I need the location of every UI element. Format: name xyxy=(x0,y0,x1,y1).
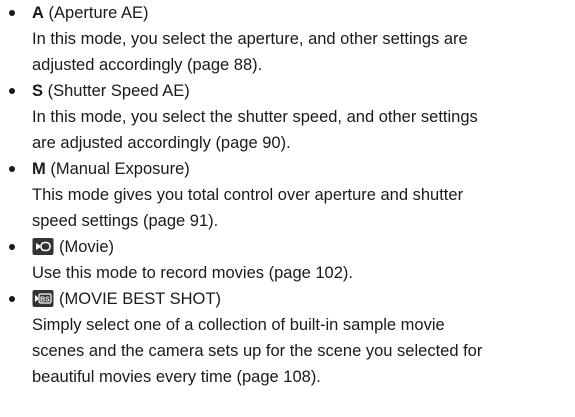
bullet-icon xyxy=(9,166,15,172)
mode-description-line: Simply select one of a collection of bui… xyxy=(32,316,445,334)
manual-page: A (Aperture AE) In this mode, you select… xyxy=(0,0,575,417)
mode-name: (Movie) xyxy=(59,238,115,256)
mode-description-line: In this mode, you select the aperture, a… xyxy=(32,30,468,48)
mode-key: M xyxy=(32,160,46,178)
mode-description-line: beautiful movies every time (page 108). xyxy=(32,368,321,386)
mode-description-line: In this mode, you select the shutter spe… xyxy=(32,108,478,126)
mode-name: (Shutter Speed AE) xyxy=(47,82,190,100)
bullet-icon xyxy=(9,88,15,94)
movie-best-shot-icon: BS xyxy=(32,289,54,308)
mode-key: S xyxy=(32,82,44,100)
mode-name: (Manual Exposure) xyxy=(50,160,190,178)
svg-text:BS: BS xyxy=(40,296,50,303)
mode-description-line: adjusted accordingly (page 88). xyxy=(32,56,263,74)
mode-description-line: speed settings (page 91). xyxy=(32,212,219,230)
bullet-icon xyxy=(9,10,15,16)
mode-description-line: This mode gives you total control over a… xyxy=(32,186,464,204)
mode-heading: M (Manual Exposure) xyxy=(32,156,575,182)
mode-heading: S (Shutter Speed AE) xyxy=(32,78,575,104)
list-item-movie: (Movie) Use this mode to record movies (… xyxy=(0,234,575,286)
list-item-movie-best-shot: BS (MOVIE BEST SHOT) Simply select one of… xyxy=(0,286,575,390)
list-item-manual-exposure: M (Manual Exposure) This mode gives you … xyxy=(0,156,575,234)
mode-description-line: Use this mode to record movies (page 102… xyxy=(32,264,353,282)
mode-name: (Aperture AE) xyxy=(48,4,149,22)
list-item-aperture-ae: A (Aperture AE) In this mode, you select… xyxy=(0,0,575,78)
movie-camera-icon xyxy=(32,237,54,256)
list-item-shutter-speed-ae: S (Shutter Speed AE) In this mode, you s… xyxy=(0,78,575,156)
mode-name: (MOVIE BEST SHOT) xyxy=(59,290,221,308)
mode-heading: (Movie) xyxy=(32,234,575,260)
bullet-icon xyxy=(9,244,15,250)
mode-description-line: are adjusted accordingly (page 90). xyxy=(32,134,291,152)
mode-key: A xyxy=(32,4,44,22)
bullet-icon xyxy=(9,296,15,302)
mode-heading: A (Aperture AE) xyxy=(32,0,575,26)
mode-description-line: scenes and the camera sets up for the sc… xyxy=(32,342,483,360)
shooting-mode-list: A (Aperture AE) In this mode, you select… xyxy=(0,0,575,390)
mode-heading: BS (MOVIE BEST SHOT) xyxy=(32,286,575,312)
